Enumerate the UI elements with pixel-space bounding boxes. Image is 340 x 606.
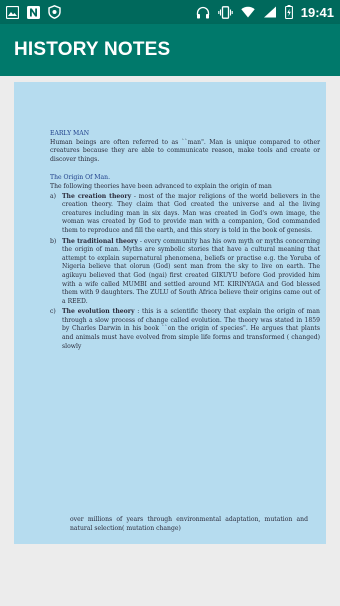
- status-bar-right: 19:41: [196, 5, 334, 20]
- status-bar-left: [6, 5, 61, 19]
- theory-marker: c): [50, 308, 56, 316]
- continued-text: over millions of years through environme…: [70, 516, 308, 532]
- signal-icon: [263, 6, 277, 18]
- theory-name: The traditional theory: [62, 237, 138, 245]
- theory-text-block: The creation theory - most of the major …: [62, 193, 320, 236]
- vibrate-icon: [218, 5, 233, 19]
- theory-marker: b): [50, 237, 57, 245]
- document-body: EARLY MAN Human beings are often referre…: [50, 130, 320, 353]
- status-bar: 19:41: [0, 0, 340, 24]
- theory-item: a) The creation theory - most of the maj…: [50, 193, 320, 236]
- image-icon: [6, 5, 19, 19]
- section-title: EARLY MAN: [50, 130, 90, 137]
- theory-item: b) The traditional theory - every commun…: [50, 238, 320, 307]
- origin-heading: The Origin Of Man.: [50, 174, 111, 182]
- wifi-icon: [241, 6, 255, 18]
- status-bar-time: 19:41: [300, 4, 334, 20]
- theory-text-block: The traditional theory - every community…: [62, 238, 320, 307]
- theory-description: - every community has his own myth or my…: [62, 237, 320, 305]
- theory-item: c) The evolution theory : this is a scie…: [50, 308, 320, 351]
- shield-icon: [48, 5, 61, 19]
- battery-charging-icon: [284, 5, 293, 19]
- theory-name: The creation theory: [62, 192, 132, 200]
- intro-paragraph: Human beings are often referred to as ``…: [50, 138, 320, 163]
- theory-text-block: The evolution theory : this is a scienti…: [62, 308, 320, 351]
- theory-marker: a): [50, 192, 57, 200]
- n-app-icon: [27, 5, 40, 19]
- app-bar: HISTORY NOTES: [0, 24, 340, 76]
- theory-name: The evolution theory: [62, 308, 135, 316]
- document-page[interactable]: EARLY MAN Human beings are often referre…: [14, 82, 326, 544]
- app-title: HISTORY NOTES: [14, 39, 171, 60]
- content-area[interactable]: EARLY MAN Human beings are often referre…: [0, 76, 340, 606]
- headset-icon: [196, 6, 210, 19]
- origin-intro: The following theories have been advance…: [50, 182, 272, 190]
